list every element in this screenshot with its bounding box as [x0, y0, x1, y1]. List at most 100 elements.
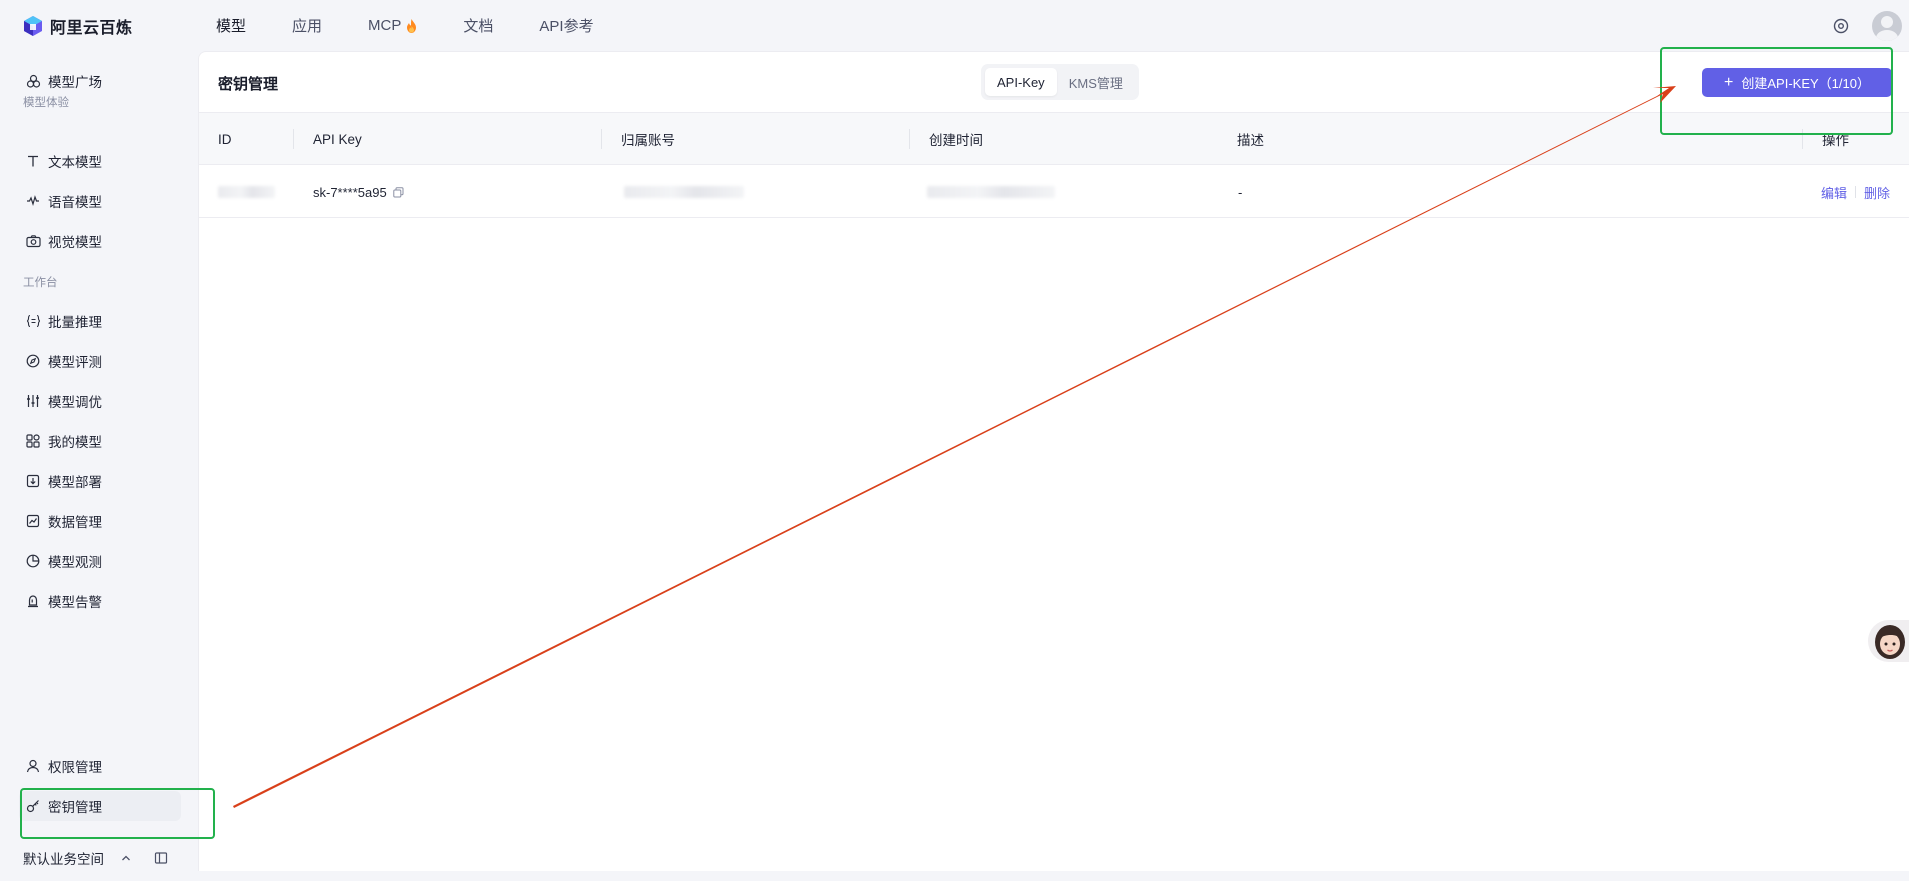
logo-text: 阿里云百炼	[50, 19, 133, 37]
topnav-models-label: 模型	[216, 18, 247, 35]
alert-icon	[25, 593, 41, 609]
annotation-highlight-key-manage	[20, 788, 215, 839]
compass-icon	[25, 353, 41, 369]
sidebar-item-vision-model[interactable]: 视觉模型	[19, 226, 181, 256]
braces-icon	[25, 313, 41, 329]
sliders-icon	[25, 393, 41, 409]
main-content: 密钥管理 API-Key KMS管理 + 创建API-KEY（1/10） ID …	[198, 51, 1909, 871]
tab-api-key[interactable]: API-Key	[985, 68, 1057, 96]
sidebar-item-text-model[interactable]: 文本模型	[19, 146, 181, 176]
sidebar-item-permission-manage[interactable]: 权限管理	[19, 751, 181, 781]
sidebar-item-batch-inference[interactable]: 批量推理	[19, 306, 181, 336]
sidebar-item-model-tuning[interactable]: 模型调优	[19, 386, 181, 416]
gear-icon[interactable]	[1832, 17, 1850, 35]
topnav-api-reference[interactable]: API参考	[539, 15, 593, 36]
sidebar-item-label: 数据管理	[48, 515, 102, 530]
copy-icon[interactable]	[393, 186, 404, 198]
delete-link[interactable]: 删除	[1864, 183, 1890, 202]
edit-link[interactable]: 编辑	[1821, 183, 1847, 202]
sidebar-item-model-market[interactable]: 模型广场	[19, 66, 181, 96]
flame-icon	[407, 18, 417, 33]
chart-icon	[25, 513, 41, 529]
page-header: 密钥管理 API-Key KMS管理 + 创建API-KEY（1/10）	[199, 52, 1909, 113]
page-title: 密钥管理	[218, 76, 279, 93]
table-row: sk-7****5a95 - 编辑 删除	[199, 166, 1909, 218]
sidebar-item-label: 我的模型	[48, 435, 102, 450]
workspace-name: 默认业务空间	[23, 852, 104, 867]
topnav-apps-label: 应用	[292, 18, 323, 35]
deploy-icon	[25, 473, 41, 489]
topnav-mcp-label: MCP	[368, 17, 402, 34]
bailian-logo-icon	[24, 15, 42, 36]
model-market-icon	[25, 73, 41, 89]
sidebar-group-experience: 模型体验	[23, 97, 69, 109]
sidebar-item-model-observe[interactable]: 模型观测	[19, 546, 181, 576]
sidebar-item-label: 视觉模型	[48, 235, 102, 250]
sidebar-group-workbench: 工作台	[23, 277, 58, 289]
column-header-created: 创建时间	[929, 133, 983, 148]
sidebar-item-label: 模型广场	[48, 75, 102, 90]
tab-switcher: API-Key KMS管理	[981, 64, 1139, 100]
sidebar-item-label: 模型告警	[48, 595, 102, 610]
column-header-account: 归属账号	[621, 133, 675, 148]
user-avatar[interactable]	[1872, 10, 1902, 41]
workspace-switcher[interactable]: 默认业务空间	[23, 847, 183, 869]
cell-created	[927, 166, 1055, 218]
top-navigation-bar: 阿里云百炼 模型 应用 MCP 文档 API参考	[0, 0, 1909, 51]
text-icon	[25, 153, 41, 169]
column-header-api-key: API Key	[313, 131, 362, 147]
assistant-avatar-button[interactable]	[1868, 620, 1909, 662]
redacted-created-time	[927, 186, 1055, 198]
topnav-models[interactable]: 模型	[216, 15, 246, 36]
column-divider	[293, 129, 294, 149]
topnav-mcp[interactable]: MCP	[368, 17, 417, 34]
sidebar-item-label: 批量推理	[48, 315, 102, 330]
sidebar-item-label: 模型观测	[48, 555, 102, 570]
sidebar: 模型广场 模型体验 文本模型 语音模型 视觉模型 工作台 批量推理 模型评测 模…	[0, 51, 198, 881]
grid-icon	[25, 433, 41, 449]
cell-actions: 编辑 删除	[1821, 166, 1890, 218]
action-divider	[1855, 186, 1857, 198]
pie-chart-icon	[25, 553, 41, 569]
cell-id	[218, 166, 275, 218]
top-nav: 模型 应用 MCP 文档 API参考	[216, 15, 640, 36]
sidebar-item-label: 权限管理	[48, 760, 102, 775]
sidebar-item-label: 文本模型	[48, 155, 102, 170]
sidebar-item-label: 模型调优	[48, 395, 102, 410]
assistant-face-icon	[1875, 625, 1905, 659]
chevron-up-icon[interactable]	[120, 852, 132, 864]
camera-icon	[25, 233, 41, 249]
column-divider	[601, 129, 602, 149]
logo[interactable]: 阿里云百炼	[22, 14, 216, 38]
column-header-id: ID	[218, 131, 232, 147]
column-header-description: 描述	[1237, 133, 1264, 148]
table-header: ID API Key 归属账号 创建时间 描述 操作	[199, 113, 1909, 165]
sidebar-item-my-models[interactable]: 我的模型	[19, 426, 181, 456]
sidebar-item-data-manage[interactable]: 数据管理	[19, 506, 181, 536]
topnav-docs-label: 文档	[463, 18, 494, 35]
cell-api-key: sk-7****5a95	[313, 166, 404, 218]
collapse-sidebar-icon[interactable]	[154, 851, 168, 865]
column-divider	[909, 129, 910, 149]
bottom-strip	[198, 871, 1909, 881]
tab-kms-manage[interactable]: KMS管理	[1057, 68, 1135, 96]
user-icon	[25, 758, 41, 774]
topnav-docs[interactable]: 文档	[463, 15, 493, 36]
topnav-api-label: API参考	[539, 18, 594, 35]
top-right-actions	[1832, 0, 1909, 51]
topnav-apps[interactable]: 应用	[292, 15, 322, 36]
annotation-highlight-create-button	[1660, 47, 1893, 135]
sidebar-item-model-deploy[interactable]: 模型部署	[19, 466, 181, 496]
sidebar-item-label: 语音模型	[48, 195, 102, 210]
sidebar-item-model-eval[interactable]: 模型评测	[19, 346, 181, 376]
sidebar-item-label: 模型评测	[48, 355, 102, 370]
sidebar-item-label: 模型部署	[48, 475, 102, 490]
waveform-icon	[25, 193, 41, 209]
sidebar-item-model-alert[interactable]: 模型告警	[19, 586, 181, 616]
sidebar-item-voice-model[interactable]: 语音模型	[19, 186, 181, 216]
redacted-id	[218, 186, 275, 198]
redacted-account	[624, 186, 744, 198]
cell-description: -	[1238, 184, 1243, 200]
api-key-value: sk-7****5a95	[313, 184, 387, 200]
cell-account	[624, 166, 744, 218]
